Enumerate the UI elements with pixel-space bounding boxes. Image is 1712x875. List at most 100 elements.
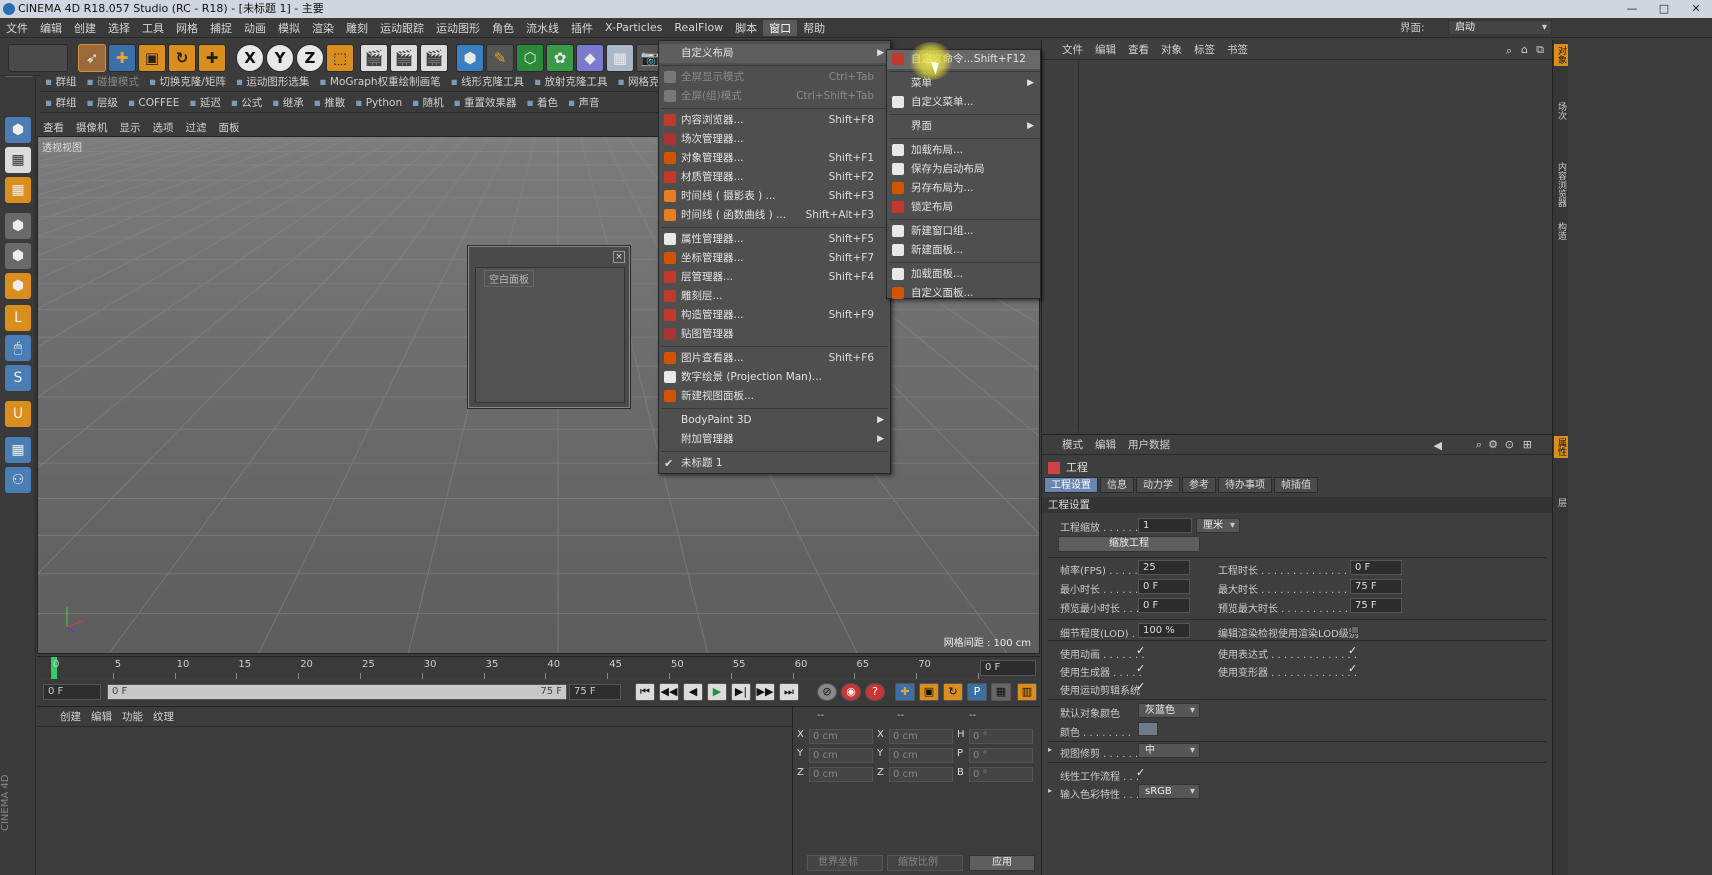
- record-keys-icon[interactable]: ⊘: [817, 683, 837, 701]
- coord-mode-select[interactable]: 世界坐标: [807, 855, 883, 871]
- key-param-icon[interactable]: P: [967, 683, 987, 701]
- subbar2-item-2[interactable]: COFFEE: [123, 97, 184, 109]
- window-menu-item-11[interactable]: 层管理器... Shift+F4: [659, 268, 890, 287]
- window-menu-item-8[interactable]: 时间线 ( 函数曲线 ) ... Shift+Alt+F3: [659, 206, 890, 225]
- menu-5[interactable]: 网格: [170, 20, 204, 36]
- play-icon[interactable]: ▶: [707, 683, 727, 701]
- subbar2-item-0[interactable]: 群组: [40, 95, 81, 110]
- window-menu-item-16[interactable]: 数字绘景 (Projection Man)...: [659, 368, 890, 387]
- menu-17[interactable]: RealFlow: [668, 21, 729, 34]
- attr-settings-icon[interactable]: ⚙: [1488, 438, 1498, 451]
- menu-0[interactable]: 文件: [0, 20, 34, 36]
- attr-menu-1[interactable]: 编辑: [1089, 437, 1122, 452]
- layout-submenu-item-6[interactable]: 另存布局为...: [887, 179, 1040, 198]
- use-motion-checkbox[interactable]: ✓: [1136, 680, 1145, 693]
- min-time-field[interactable]: 0 F: [1138, 579, 1190, 594]
- points-mode-icon[interactable]: ⬢: [5, 213, 31, 239]
- panel-close-button[interactable]: ×: [613, 251, 625, 263]
- preview-range-slider[interactable]: 0 F 75 F: [107, 684, 567, 700]
- coord-position-field[interactable]: 0 cm: [809, 748, 873, 763]
- y-axis-button[interactable]: Y: [266, 44, 294, 72]
- window-menu-item-19[interactable]: 附加管理器 ▶: [659, 430, 890, 449]
- layout-submenu-item-1[interactable]: 菜单 ▶: [887, 74, 1040, 93]
- use-expressions-checkbox[interactable]: ✓: [1348, 644, 1357, 657]
- menu-6[interactable]: 捕捉: [204, 20, 238, 36]
- menu-11[interactable]: 运动跟踪: [374, 20, 430, 36]
- subbar2-item-5[interactable]: 继承: [267, 95, 308, 110]
- key-pla-icon[interactable]: ▦: [991, 683, 1011, 701]
- z-axis-button[interactable]: Z: [296, 44, 324, 72]
- coord-rotation-field[interactable]: 0 °: [969, 748, 1033, 763]
- window-menu-item-6[interactable]: 材质管理器... Shift+F2: [659, 168, 890, 187]
- next-key-icon[interactable]: ▶▶: [755, 683, 775, 701]
- go-to-start-icon[interactable]: ⏮: [635, 683, 655, 701]
- coord-rotation-field[interactable]: 0 °: [969, 767, 1033, 782]
- tweak-icon[interactable]: 🖱: [5, 335, 31, 361]
- subbar2-item-6[interactable]: 推散: [309, 95, 350, 110]
- layout-submenu-item-10[interactable]: 加载面板...: [887, 265, 1040, 284]
- attr-menu-0[interactable]: 模式: [1056, 437, 1089, 452]
- subbar1-item-3[interactable]: MoGraph权重绘制画笔: [314, 74, 445, 89]
- object-menu-2[interactable]: 查看: [1122, 42, 1155, 57]
- attr-search-icon[interactable]: ⌕: [1476, 438, 1482, 452]
- linear-workflow-checkbox[interactable]: ✓: [1136, 766, 1145, 779]
- scale-icon[interactable]: ▣: [138, 44, 166, 72]
- preview-max-field[interactable]: 75 F: [1350, 598, 1402, 613]
- texture-mode-icon[interactable]: ▦: [5, 177, 31, 203]
- subbar1-item-5[interactable]: 放射克隆工具: [529, 74, 612, 89]
- subbar1-item-0[interactable]: 群组: [40, 74, 81, 89]
- window-menu-item-9[interactable]: 属性管理器... Shift+F5: [659, 230, 890, 249]
- layout-submenu-item-5[interactable]: 保存为启动布局: [887, 160, 1040, 179]
- view-clip-select[interactable]: 中: [1138, 743, 1200, 758]
- subbar2-item-7[interactable]: Python: [350, 97, 407, 109]
- window-menu-item-13[interactable]: 构造管理器... Shift+F9: [659, 306, 890, 325]
- snap-icon[interactable]: S: [5, 365, 31, 391]
- live-select-icon[interactable]: ➶: [78, 44, 106, 72]
- viewport-menu-4[interactable]: 过滤: [180, 120, 213, 135]
- move-icon[interactable]: ✚: [108, 44, 136, 72]
- material-menu-3[interactable]: 纹理: [148, 709, 179, 724]
- maximize-button[interactable]: □: [1648, 0, 1680, 18]
- workplane-icon[interactable]: ▦: [5, 437, 31, 463]
- window-menu-item-7[interactable]: 时间线 ( 摄影表 ) ... Shift+F3: [659, 187, 890, 206]
- end-frame-field[interactable]: 75 F: [569, 684, 621, 700]
- subdivision-icon[interactable]: ⬡: [516, 44, 544, 72]
- magnet-icon[interactable]: U: [5, 401, 31, 427]
- window-menu-item-17[interactable]: 新建视图面板...: [659, 387, 890, 406]
- recent-tool-icon[interactable]: ✚: [198, 44, 226, 72]
- start-frame-field[interactable]: 0 F: [43, 684, 101, 700]
- coordinate-system-icon[interactable]: ⬚: [326, 44, 354, 72]
- window-menu-item-4[interactable]: 场次管理器...: [659, 130, 890, 149]
- window-menu-item-1[interactable]: 全屏显示模式 Ctrl+Tab: [659, 68, 890, 87]
- attr-tab-2[interactable]: 动力学: [1136, 477, 1180, 493]
- attr-lock-icon[interactable]: ⊙: [1505, 438, 1514, 451]
- scale-project-button[interactable]: 缩放工程: [1058, 536, 1200, 552]
- window-menu-item-10[interactable]: 坐标管理器... Shift+F7: [659, 249, 890, 268]
- object-menu-1[interactable]: 编辑: [1089, 42, 1122, 57]
- menu-13[interactable]: 角色: [486, 20, 520, 36]
- coord-rotation-field[interactable]: 0 °: [969, 729, 1033, 744]
- lod-field[interactable]: 100 %: [1138, 623, 1190, 638]
- timeline-film-icon[interactable]: ▥: [1017, 683, 1037, 701]
- coord-size-field[interactable]: 0 cm: [889, 767, 953, 782]
- floor-icon[interactable]: ▦: [606, 44, 634, 72]
- menu-20[interactable]: 帮助: [797, 20, 831, 36]
- render-lod-checkbox[interactable]: [1351, 626, 1359, 634]
- fps-field[interactable]: 25: [1138, 560, 1190, 575]
- menu-12[interactable]: 运动图形: [430, 20, 486, 36]
- right-tab-2[interactable]: 内容浏览器: [1554, 160, 1568, 209]
- coord-size-field[interactable]: 0 cm: [889, 729, 953, 744]
- viewport-menu-1[interactable]: 摄像机: [70, 120, 114, 135]
- menu-2[interactable]: 创建: [68, 20, 102, 36]
- project-scale-field[interactable]: 1: [1138, 518, 1192, 533]
- menu-18[interactable]: 脚本: [729, 20, 763, 36]
- viewport-menu-2[interactable]: 显示: [114, 120, 147, 135]
- use-generators-checkbox[interactable]: ✓: [1136, 662, 1145, 675]
- coord-position-field[interactable]: 0 cm: [809, 729, 873, 744]
- step-back-icon[interactable]: ◀: [683, 683, 703, 701]
- timeline-ruler[interactable]: 051015202530354045505560657075 0 F: [37, 656, 1040, 679]
- expand-arrow-icon[interactable]: ▸: [1048, 745, 1052, 754]
- pen-spline-icon[interactable]: ✎: [486, 44, 514, 72]
- step-forward-icon[interactable]: ▶|: [731, 683, 751, 701]
- project-unit-select[interactable]: 厘米: [1196, 518, 1240, 533]
